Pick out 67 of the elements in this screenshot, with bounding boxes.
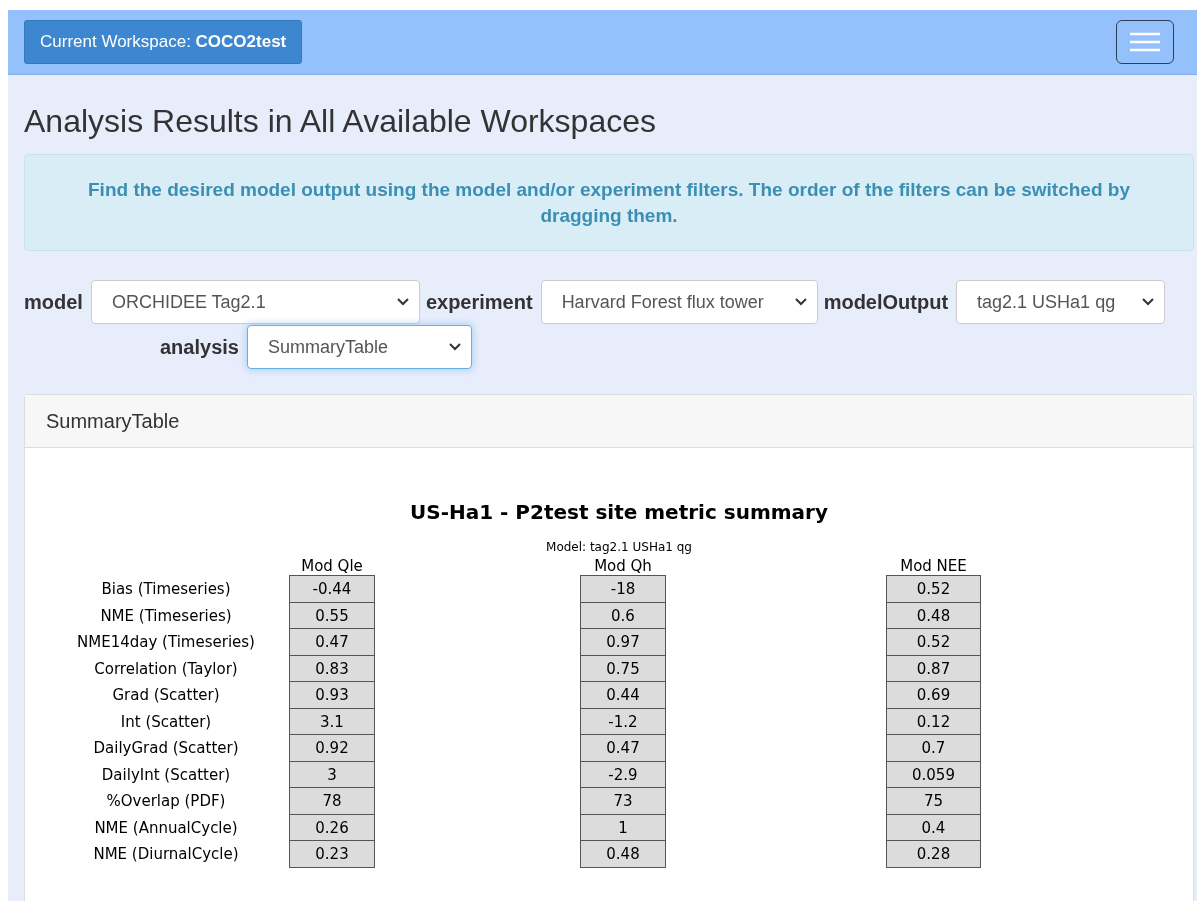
chevron-icon — [448, 343, 461, 352]
table-cell: 3 — [289, 760, 375, 789]
filter-label: analysis — [160, 335, 239, 359]
table-cell: 75 — [886, 787, 981, 815]
info-alert: Find the desired model output using the model and/or experiment filters. The order of the filters can be switched by dragging them. — [24, 154, 1194, 252]
chevron-icon — [1142, 298, 1155, 307]
filter-label: model — [24, 290, 83, 314]
row-label: NME (AnnualCycle) — [94, 817, 238, 839]
table-cell: 0.83 — [289, 654, 375, 683]
table-cell: 78 — [289, 787, 375, 815]
table-cell: 1 — [580, 813, 666, 842]
row-label: NME (Timeseries) — [100, 605, 232, 627]
row-label: DailyGrad (Scatter) — [93, 738, 239, 760]
menu-icon — [1130, 32, 1160, 52]
table-title: US-Ha1 - P2test site metric summary — [409, 500, 829, 525]
filter-select[interactable]: ORCHIDEE Tag2.1 — [90, 280, 420, 325]
table-cell: 0.28 — [886, 840, 981, 868]
filter-label: experiment — [425, 290, 533, 314]
table-cell: 0.52 — [886, 575, 981, 603]
table-cell: 0.6 — [580, 601, 666, 630]
table-cell: 0.059 — [886, 760, 981, 789]
table-cell: 0.93 — [289, 681, 375, 709]
table-cell: 0.69 — [886, 681, 981, 709]
table-cell: 0.92 — [289, 734, 375, 762]
column-header: Mod Qh — [594, 556, 652, 577]
chevron-icon — [794, 298, 807, 307]
table-cell: 0.55 — [289, 601, 375, 630]
card-header: SummaryTable — [46, 409, 180, 433]
table-cell: 73 — [580, 787, 666, 815]
table-cell: 0.97 — [580, 628, 666, 656]
row-label: DailyInt (Scatter) — [101, 764, 231, 786]
row-label: %Overlap (PDF) — [106, 791, 226, 813]
chevron-icon — [396, 298, 409, 307]
row-label: NME14day (Timeseries) — [77, 632, 255, 654]
row-label: Int (Scatter) — [120, 711, 212, 733]
table-cell: 3.1 — [289, 707, 375, 736]
table-cell: 0.47 — [289, 628, 375, 656]
table-cell: -0.44 — [289, 575, 375, 603]
table-cell: 0.48 — [580, 840, 666, 868]
table-cell: 0.26 — [289, 813, 375, 842]
table-cell: 0.7 — [886, 734, 981, 762]
page-title: Analysis Results in All Available Workspaces — [24, 102, 657, 141]
filter-select[interactable]: Harvard Forest flux tower — [540, 280, 818, 325]
table-cell: 0.47 — [580, 734, 666, 762]
row-label: NME (DiurnalCycle) — [93, 844, 239, 866]
menu-button[interactable] — [1116, 20, 1174, 64]
table-cell: 0.87 — [886, 654, 981, 683]
table-cell: -2.9 — [580, 760, 666, 789]
table-subtitle: Model: tag2.1 USHa1 qg — [545, 540, 693, 555]
table-cell: -1.2 — [580, 707, 666, 736]
table-cell: 0.75 — [580, 654, 666, 683]
column-header: Mod NEE — [900, 556, 967, 577]
workspace-button[interactable]: Current Workspace: COCO2test — [24, 20, 303, 64]
table-cell: -18 — [580, 575, 666, 603]
table-cell: 0.23 — [289, 840, 375, 868]
filter-label: modelOutput — [823, 290, 949, 314]
table-cell: 0.52 — [886, 628, 981, 656]
row-label: Grad (Scatter) — [112, 685, 220, 707]
table-cell: 0.44 — [580, 681, 666, 709]
filter-select[interactable]: tag2.1 USHa1 qg — [956, 280, 1166, 325]
table-cell: 0.4 — [886, 813, 981, 842]
table-cell: 0.48 — [886, 601, 981, 630]
row-label: Bias (Timeseries) — [101, 579, 231, 601]
table-cell: 0.12 — [886, 707, 981, 736]
column-header: Mod Qle — [301, 556, 363, 577]
row-label: Correlation (Taylor) — [94, 658, 238, 680]
filter-select[interactable]: SummaryTable — [246, 325, 472, 370]
